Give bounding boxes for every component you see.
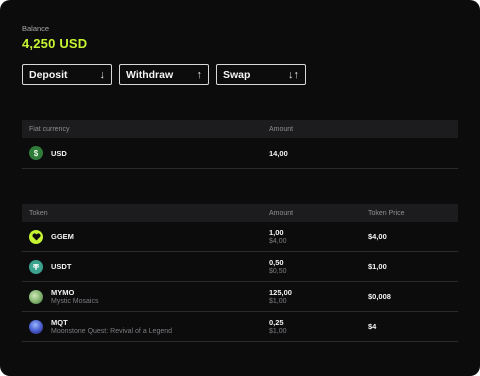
fiat-col-amount: Amount bbox=[269, 125, 294, 133]
token-table: Token Amount Token Price GGEM 1,00 $4,00… bbox=[22, 204, 458, 342]
ggem-heart-icon bbox=[29, 229, 43, 244]
withdraw-label: Withdraw bbox=[126, 68, 174, 81]
token-name: Moonstone Quest: Revival of a Legend bbox=[51, 328, 173, 335]
token-amount: 1,00 bbox=[269, 228, 284, 237]
token-amount-usd: $1,00 bbox=[269, 328, 287, 335]
token-col-price: Token Price bbox=[368, 209, 405, 217]
swap-button[interactable]: Swap ↓↑ bbox=[216, 64, 306, 85]
dollar-coin-icon: $ bbox=[29, 146, 43, 160]
token-price: $0,008 bbox=[368, 292, 391, 301]
balance-value: 4,250 USD bbox=[22, 36, 88, 51]
token-row-ggem[interactable]: GGEM 1,00 $4,00 $4,00 bbox=[22, 222, 458, 252]
fiat-table: Fiat currency Amount $ USD 14,00 bbox=[22, 120, 458, 169]
token-price: $1,00 bbox=[368, 262, 387, 271]
fiat-name: USD bbox=[51, 148, 67, 158]
token-symbol: MYMO bbox=[51, 288, 75, 297]
token-col-name: Token bbox=[29, 209, 48, 217]
balance-label: Balance bbox=[22, 24, 50, 33]
swap-label: Swap bbox=[223, 68, 251, 81]
action-bar: Deposit ↓ Withdraw ↑ Swap ↓↑ bbox=[22, 64, 306, 85]
deposit-label: Deposit bbox=[29, 68, 68, 81]
swap-arrows-icon: ↓↑ bbox=[288, 68, 299, 81]
token-symbol: MQT bbox=[51, 318, 68, 327]
token-symbol: USDT bbox=[51, 262, 72, 271]
arrow-down-icon: ↓ bbox=[99, 68, 106, 81]
arrow-up-icon: ↑ bbox=[196, 68, 203, 81]
token-amount-usd: $0,50 bbox=[269, 268, 287, 275]
fiat-amount: 14,00 bbox=[269, 148, 288, 158]
token-table-header: Token Amount Token Price bbox=[22, 204, 458, 222]
token-amount: 125,00 bbox=[269, 288, 292, 297]
token-name: Mystic Mosaics bbox=[51, 298, 99, 305]
deposit-button[interactable]: Deposit ↓ bbox=[22, 64, 112, 85]
withdraw-button[interactable]: Withdraw ↑ bbox=[119, 64, 209, 85]
token-amount-usd: $1,00 bbox=[269, 298, 287, 305]
mqt-token-icon bbox=[29, 319, 43, 334]
token-amount-usd: $4,00 bbox=[269, 238, 287, 245]
token-amount: 0,50 bbox=[269, 258, 284, 267]
tether-icon bbox=[29, 259, 43, 274]
token-price: $4 bbox=[368, 322, 377, 331]
token-symbol: GGEM bbox=[51, 232, 74, 241]
wallet-panel: Balance 4,250 USD Deposit ↓ Withdraw ↑ S… bbox=[0, 0, 480, 376]
fiat-col-name: Fiat currency bbox=[29, 125, 70, 133]
token-col-amount: Amount bbox=[269, 209, 294, 217]
token-price: $4,00 bbox=[368, 232, 387, 241]
token-row-usdt[interactable]: USDT 0,50 $0,50 $1,00 bbox=[22, 252, 458, 282]
token-row-mymo[interactable]: MYMO Mystic Mosaics 125,00 $1,00 $0,008 bbox=[22, 282, 458, 312]
token-amount: 0,25 bbox=[269, 318, 284, 327]
token-row-mqt[interactable]: MQT Moonstone Quest: Revival of a Legend… bbox=[22, 312, 458, 342]
fiat-row-usd[interactable]: $ USD 14,00 bbox=[22, 138, 458, 169]
fiat-table-header: Fiat currency Amount bbox=[22, 120, 458, 138]
mymo-token-icon bbox=[29, 289, 43, 304]
